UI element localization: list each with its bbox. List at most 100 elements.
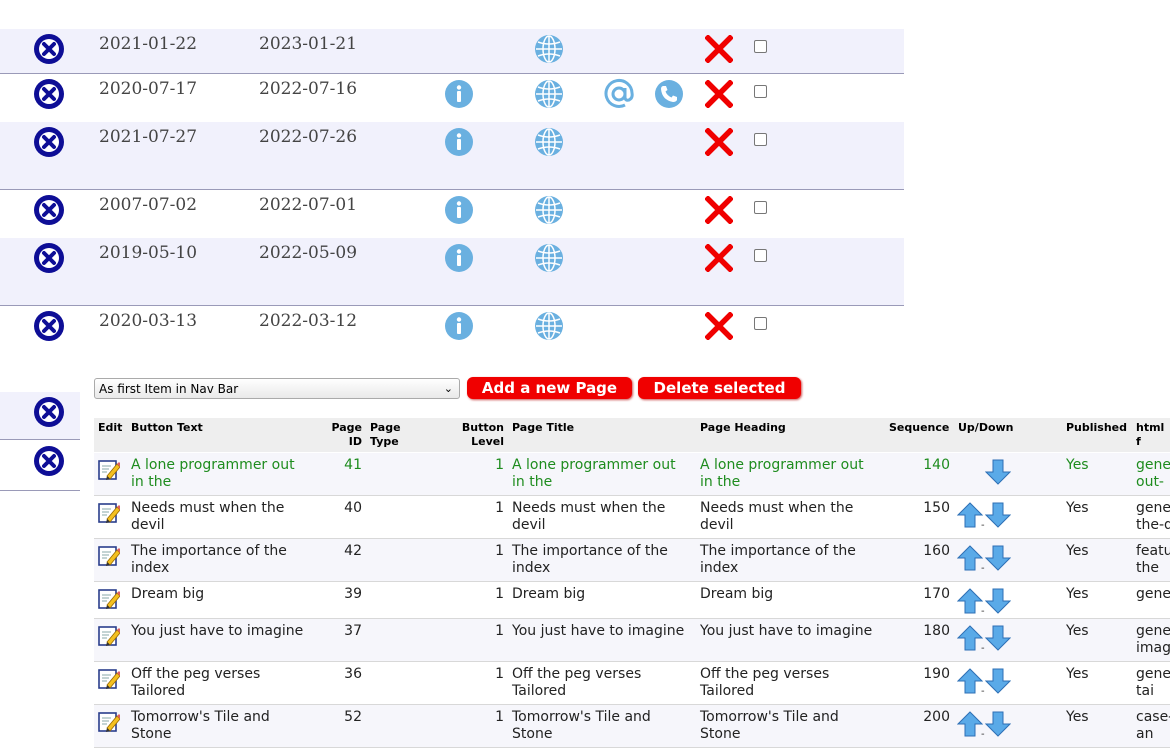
table-header: Edit Button Text Page ID Page Type Butto… bbox=[94, 418, 1170, 452]
move-up-arrow-icon[interactable] bbox=[956, 625, 984, 655]
button-text-cell[interactable]: Tomorrow's Tile and Stone bbox=[131, 709, 270, 743]
delete-x-icon[interactable] bbox=[704, 79, 734, 112]
globe-icon[interactable] bbox=[534, 195, 564, 229]
button-text-cell[interactable]: A lone programmer out in the bbox=[131, 457, 295, 491]
globe-icon[interactable] bbox=[534, 34, 564, 68]
position-select[interactable]: As first Item in Nav Bar ⌄ bbox=[94, 378, 460, 399]
header-html[interactable]: html f bbox=[1136, 421, 1170, 449]
globe-icon[interactable] bbox=[534, 243, 564, 277]
header-button-text[interactable]: Button Text bbox=[131, 421, 203, 435]
remove-circle-icon[interactable] bbox=[34, 34, 64, 64]
globe-icon[interactable] bbox=[534, 127, 564, 161]
move-up-arrow-icon[interactable] bbox=[956, 545, 984, 575]
info-icon[interactable] bbox=[444, 311, 474, 345]
delete-x-icon[interactable] bbox=[704, 311, 734, 344]
move-down-arrow-icon[interactable] bbox=[984, 502, 1012, 532]
move-down-arrow-icon[interactable] bbox=[984, 545, 1012, 575]
remove-circle-icon[interactable] bbox=[34, 127, 64, 157]
button-text-cell[interactable]: The importance of the index bbox=[131, 543, 287, 577]
html-file-cell: gene out- bbox=[1136, 457, 1170, 491]
move-up-arrow-icon[interactable] bbox=[956, 502, 984, 532]
page-heading-line1: A lone programmer out bbox=[700, 457, 864, 473]
page-id-cell: 42 bbox=[344, 543, 362, 559]
button-level-cell: 1 bbox=[495, 666, 504, 682]
html-file-line2: the-d bbox=[1136, 517, 1170, 533]
header-up-down: Up/Down bbox=[958, 421, 1014, 434]
info-icon[interactable] bbox=[444, 127, 474, 161]
globe-icon[interactable] bbox=[534, 311, 564, 345]
button-text-line1: You just have to imagine bbox=[131, 623, 304, 639]
edit-icon[interactable] bbox=[98, 625, 121, 647]
move-up-arrow-icon[interactable] bbox=[956, 668, 984, 698]
remove-circle-icon[interactable] bbox=[34, 397, 64, 427]
edit-icon[interactable] bbox=[98, 711, 121, 733]
delete-selected-button[interactable]: Delete selected bbox=[638, 377, 801, 399]
info-icon[interactable] bbox=[444, 243, 474, 277]
move-down-arrow-icon[interactable] bbox=[984, 588, 1012, 618]
header-page-title[interactable]: Page Title bbox=[512, 421, 574, 435]
button-text-line2: in the bbox=[131, 474, 172, 490]
move-down-arrow-icon[interactable] bbox=[984, 711, 1012, 741]
add-page-button[interactable]: Add a new Page bbox=[467, 377, 632, 399]
select-checkbox[interactable] bbox=[754, 201, 767, 214]
select-checkbox[interactable] bbox=[754, 40, 767, 53]
page-title-line1: You just have to imagine bbox=[512, 623, 685, 639]
page-title-cell: You just have to imagine bbox=[512, 623, 684, 640]
page-heading-line2: index bbox=[700, 560, 739, 576]
remove-circle-icon[interactable] bbox=[34, 79, 64, 109]
page-heading-cell: The importance of the index bbox=[700, 543, 856, 577]
edit-icon[interactable] bbox=[98, 502, 121, 524]
page-id-cell: 37 bbox=[344, 623, 362, 639]
edit-icon[interactable] bbox=[98, 668, 121, 690]
header-page-id[interactable]: Page ID bbox=[322, 421, 362, 449]
edit-icon[interactable] bbox=[98, 459, 121, 481]
globe-icon[interactable] bbox=[534, 79, 564, 113]
move-up-arrow-icon[interactable] bbox=[956, 711, 984, 741]
select-checkbox[interactable] bbox=[754, 317, 767, 330]
html-file-line2: out- bbox=[1136, 474, 1164, 490]
remove-circle-icon[interactable] bbox=[34, 243, 64, 273]
button-text-line2: Stone bbox=[131, 726, 172, 742]
button-text-cell[interactable]: Off the peg verses Tailored bbox=[131, 666, 260, 700]
info-icon[interactable] bbox=[444, 195, 474, 229]
edit-icon[interactable] bbox=[98, 588, 121, 610]
published-cell: Yes bbox=[1066, 500, 1089, 516]
button-text-cell[interactable]: You just have to imagine bbox=[131, 623, 303, 640]
header-page-id-line2: ID bbox=[348, 435, 362, 448]
page-title-line2: devil bbox=[512, 517, 546, 533]
page-heading-cell: Needs must when the devil bbox=[700, 500, 853, 534]
header-published[interactable]: Published bbox=[1066, 421, 1127, 435]
move-down-arrow-icon[interactable] bbox=[984, 459, 1012, 489]
header-button-level[interactable]: Button Level bbox=[454, 421, 504, 449]
html-file-line1: gene bbox=[1136, 623, 1170, 639]
edit-icon[interactable] bbox=[98, 545, 121, 567]
info-icon[interactable] bbox=[444, 79, 474, 113]
end-date: 2022-03-12 bbox=[259, 311, 358, 331]
header-sequence[interactable]: Sequence bbox=[889, 421, 949, 435]
select-checkbox[interactable] bbox=[754, 85, 767, 98]
select-checkbox[interactable] bbox=[754, 133, 767, 146]
page-title-line1: Tomorrow's Tile and bbox=[512, 709, 651, 725]
header-page-heading[interactable]: Page Heading bbox=[700, 421, 786, 435]
remove-circle-icon[interactable] bbox=[34, 311, 64, 341]
delete-x-icon[interactable] bbox=[704, 127, 734, 160]
button-text-line1: Dream big bbox=[131, 586, 205, 602]
select-checkbox[interactable] bbox=[754, 249, 767, 262]
delete-x-icon[interactable] bbox=[704, 34, 734, 67]
email-at-icon[interactable] bbox=[603, 78, 635, 114]
move-up-arrow-icon[interactable] bbox=[956, 588, 984, 618]
delete-x-icon[interactable] bbox=[704, 243, 734, 276]
remove-circle-icon[interactable] bbox=[34, 446, 64, 476]
start-date: 2020-03-13 bbox=[99, 311, 198, 331]
side-row bbox=[0, 392, 80, 440]
remove-circle-icon[interactable] bbox=[34, 195, 64, 225]
delete-x-icon[interactable] bbox=[704, 195, 734, 228]
move-down-arrow-icon[interactable] bbox=[984, 625, 1012, 655]
move-down-arrow-icon[interactable] bbox=[984, 668, 1012, 698]
sequence-cell: 180 bbox=[923, 623, 950, 639]
phone-icon[interactable] bbox=[654, 79, 684, 113]
published-cell: Yes bbox=[1066, 709, 1089, 725]
button-text-cell[interactable]: Dream big bbox=[131, 586, 204, 603]
header-page-type[interactable]: Page Type bbox=[370, 421, 401, 449]
button-text-cell[interactable]: Needs must when the devil bbox=[131, 500, 284, 534]
